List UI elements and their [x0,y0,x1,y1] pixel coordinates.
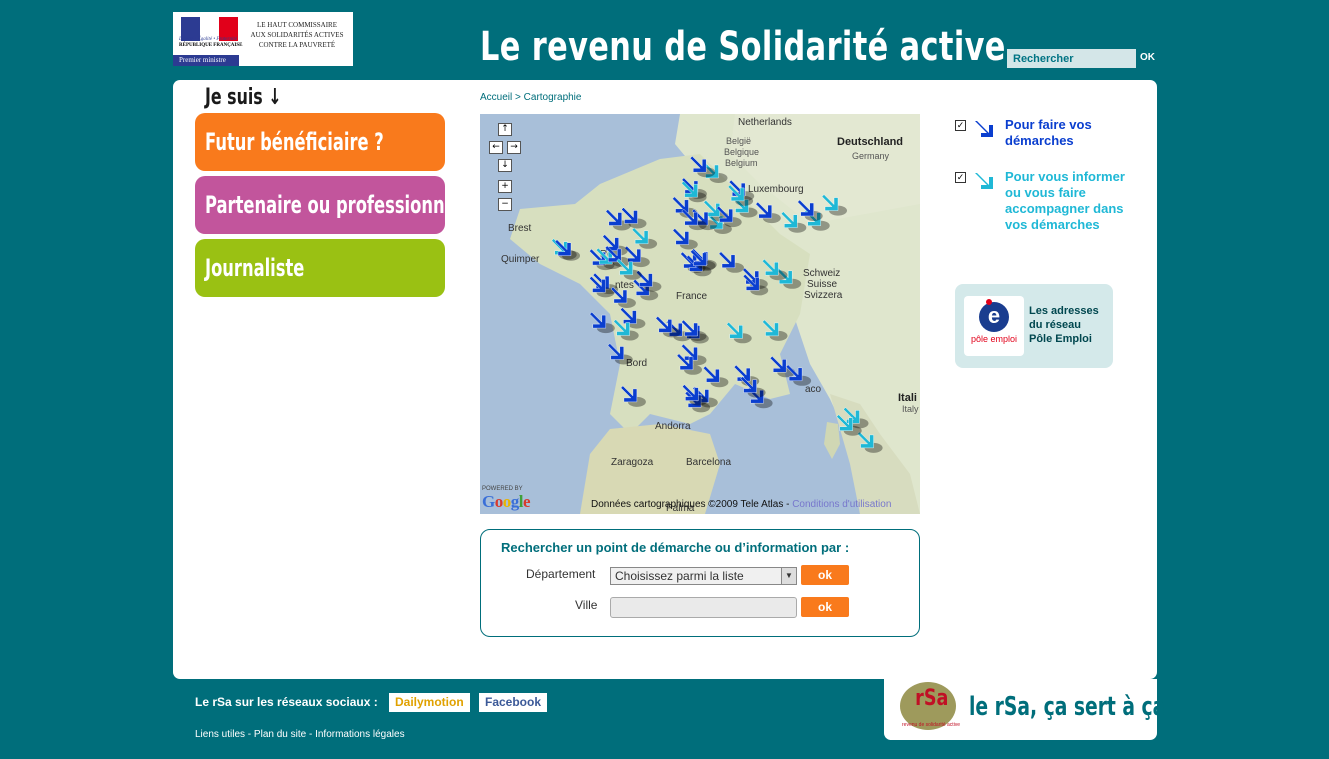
light-blue-arrow-icon [975,173,993,189]
map-marker[interactable] [857,431,883,453]
nav-journaliste[interactable]: Journaliste [195,239,445,297]
map-markers[interactable] [480,114,920,514]
legend-demarches-text: Pour faire vos démarches [1005,117,1092,148]
point-search-box: Rechercher un point de démarche ou d’inf… [480,529,920,637]
map-marker[interactable] [762,319,788,341]
site-title: Le revenu de Solidarité active [480,24,1006,70]
pole-emploi-logo: e pôle emploi [964,296,1024,356]
departement-ok-button[interactable]: ok [801,565,849,585]
map-marker[interactable] [797,199,823,221]
terms-link[interactable]: Conditions d'utilisation [792,499,891,510]
search-input[interactable] [1007,49,1136,68]
footer-link-plan-du-site[interactable]: Plan du site [254,729,306,740]
departement-label: Département [526,567,596,581]
map-marker[interactable] [602,234,628,256]
search-ok-button[interactable]: OK [1140,52,1155,63]
map-marker[interactable] [703,365,729,388]
map-marker[interactable] [769,356,796,378]
map-marker[interactable] [554,239,580,261]
map-marker[interactable] [726,322,752,344]
map-marker[interactable] [689,155,716,178]
pan-up-button[interactable]: ↑ [498,123,512,136]
search-box-title: Rechercher un point de démarche ou d’inf… [501,540,850,555]
breadcrumb: Accueil > Cartographie [480,92,582,103]
nav-partenaire-professionnel[interactable]: Partenaire ou professionnel [195,176,461,234]
logo-premier-ministre: Premier ministre [173,55,239,66]
map-marker[interactable] [610,286,636,308]
breadcrumb-current[interactable]: Cartographie [524,92,582,103]
footer-links: Liens utiles - Plan du site - Informatio… [195,729,405,740]
map-attribution: Données cartographiques ©2009 Tele Atlas… [591,499,892,510]
map-marker[interactable] [755,201,781,224]
map-marker[interactable] [740,376,766,398]
rsa-slogan: le rSa, ça sert à ça [969,692,1166,722]
pan-left-button[interactable]: ← [489,141,503,154]
pole-emploi-text: Les adresses du réseau Pôle Emploi [1029,305,1099,345]
footer-link-informations-legales[interactable]: Informations légales [315,729,405,740]
google-wordmark: Google [482,492,531,511]
map[interactable]: Netherlands Deutschland Germany België B… [480,114,920,514]
map-marker[interactable] [718,251,744,273]
map-marker[interactable] [762,258,788,281]
pan-right-button[interactable]: → [507,141,521,154]
social-label: Le rSa sur les réseaux sociaux : [195,695,378,709]
logo-text: LE HAUT COMMISSAIRE AUX SOLIDARITÉS ACTI… [250,21,344,49]
breadcrumb-home[interactable]: Accueil [480,92,512,103]
logo-republic: RÉPUBLIQUE FRANÇAISE [179,43,243,48]
map-marker[interactable] [620,307,646,329]
map-marker[interactable] [589,311,615,334]
map-marker[interactable] [672,228,698,250]
ville-input[interactable] [610,597,797,618]
zoom-out-button[interactable]: − [498,198,512,211]
ville-ok-button[interactable]: ok [801,597,849,617]
dailymotion-button[interactable]: Dailymotion [389,693,470,712]
logo-motto: Liberté • Égalité • Fraternité [179,37,237,42]
nav-futur-beneficiaire[interactable]: Futur bénéficiaire ? [195,113,445,171]
pole-emploi-link[interactable]: e pôle emploi Les adresses du réseau Pôl… [955,284,1113,368]
legend-demarches-checkbox[interactable]: ✓ [955,120,966,131]
google-logo[interactable]: POWERED BY Google [482,486,531,512]
map-marker[interactable] [607,343,633,365]
legend-informer[interactable]: ✓ Pour vous informer ou vous faire accom… [955,169,1130,233]
departement-select[interactable]: Choisissez parmi la liste ▼ [610,567,797,585]
map-marker[interactable] [655,316,681,338]
je-suis-heading: Je suis ↓ [205,85,282,110]
rsa-logo: rSa revenu de solidarité active [900,682,960,730]
map-marker[interactable] [821,194,847,216]
facebook-button[interactable]: Facebook [479,693,548,712]
rsa-banner[interactable]: rSa revenu de solidarité active le rSa, … [884,679,1165,740]
dark-blue-arrow-icon [975,121,993,137]
legend-demarches[interactable]: ✓ Pour faire vos démarches [955,117,1130,149]
map-marker[interactable] [631,227,658,249]
pan-down-button[interactable]: ↓ [498,159,512,172]
chevron-down-icon: ▼ [781,568,796,584]
map-marker[interactable] [620,385,646,407]
legend-informer-checkbox[interactable]: ✓ [955,172,966,183]
zoom-in-button[interactable]: + [498,180,512,193]
government-logo[interactable]: Liberté • Égalité • Fraternité RÉPUBLIQU… [173,12,353,66]
legend-informer-text: Pour vous informer ou vous faire accompa… [1005,169,1125,232]
ville-label: Ville [575,598,598,612]
footer-link-liens-utiles[interactable]: Liens utiles [195,729,245,740]
